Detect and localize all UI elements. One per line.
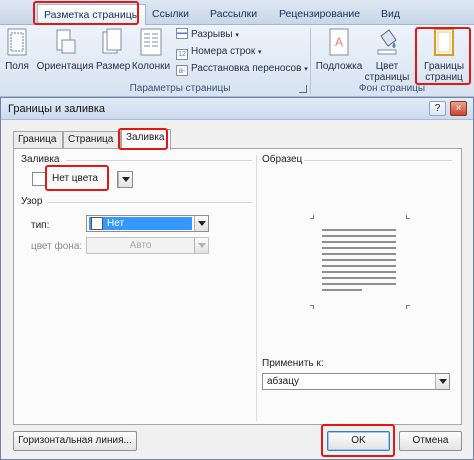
page-color-label-line1: Цвет	[375, 61, 399, 72]
preview-text-line	[322, 289, 362, 291]
tab-highlight-frame	[33, 1, 139, 25]
preview-area	[310, 215, 410, 309]
dialog-titlebar[interactable]: Границы и заливка ? ×	[1, 98, 473, 120]
fill-section-label: Заливка	[21, 154, 60, 165]
size-button[interactable]: Размер	[96, 28, 131, 72]
fill-color-swatch	[32, 172, 46, 186]
preview-corner	[406, 215, 410, 219]
horizontal-line-button[interactable]: Горизонтальная линия...	[13, 431, 137, 451]
line-numbers-button[interactable]: 12 Номера строк ▾	[176, 45, 262, 60]
watermark-button[interactable]: A Подложка	[314, 28, 364, 72]
preview-corner	[310, 305, 314, 309]
hyphenation-icon: a-	[176, 65, 188, 76]
tab-page[interactable]: Страница	[63, 131, 121, 149]
preview-text-line	[322, 253, 396, 255]
fill-section-divider	[66, 160, 252, 161]
apply-to-select[interactable]: абзацу	[262, 373, 450, 390]
panel-divider	[256, 155, 257, 421]
tab-review[interactable]: Рецензирование	[279, 4, 360, 25]
line-numbers-label: Номера строк	[191, 46, 256, 57]
bg-color-select[interactable]: Авто	[86, 237, 209, 254]
group-separator	[310, 28, 311, 94]
close-button[interactable]: ×	[450, 101, 467, 116]
pattern-section-divider	[48, 202, 252, 203]
preview-corner	[406, 305, 410, 309]
fill-highlight-frame	[45, 165, 109, 191]
margins-icon	[7, 28, 27, 56]
pattern-type-selected: Нет	[89, 217, 192, 230]
pattern-swatch	[91, 217, 103, 230]
cancel-button[interactable]: Отмена	[399, 431, 462, 451]
help-button[interactable]: ?	[429, 101, 446, 116]
pattern-section-label: Узор	[21, 196, 43, 207]
shading-tab-highlight-frame	[118, 128, 168, 150]
chevron-down-icon	[118, 172, 132, 187]
chevron-down-icon	[194, 238, 208, 253]
preview-corner	[310, 215, 314, 219]
page-color-button[interactable]: Цвет страницы	[364, 28, 410, 83]
preview-section-label: Образец	[262, 154, 303, 165]
columns-icon	[140, 28, 162, 56]
preview-text-line	[322, 283, 396, 285]
ribbon: Поля Ориентация Размер Колонки Разрывы ▾…	[0, 25, 474, 97]
breaks-button[interactable]: Разрывы ▾	[176, 28, 239, 42]
orientation-icon	[56, 29, 76, 54]
chevron-down-icon	[435, 374, 449, 389]
preview-section-divider	[304, 160, 452, 161]
orientation-label: Ориентация	[36, 61, 94, 72]
margins-button[interactable]: Поля	[3, 28, 31, 72]
hyphenation-label: Расстановка переносов	[191, 63, 302, 74]
breaks-label: Разрывы	[191, 29, 233, 40]
pattern-type-label: тип:	[31, 220, 50, 231]
columns-label: Колонки	[131, 61, 171, 72]
pattern-type-select[interactable]: Нет	[86, 215, 209, 232]
apply-to-label: Применить к:	[262, 358, 324, 369]
pattern-type-value: Нет	[107, 218, 125, 229]
preview-text-line	[322, 229, 396, 231]
chevron-down-icon: ▾	[304, 66, 308, 73]
dialog-title: Границы и заливка	[8, 103, 105, 115]
columns-button[interactable]: Колонки	[131, 28, 171, 72]
page-borders-highlight-frame	[415, 27, 471, 85]
line-numbers-icon: 12	[176, 49, 188, 60]
ok-highlight-frame	[321, 424, 395, 457]
dialog-launcher-icon[interactable]	[299, 85, 307, 93]
watermark-icon: A	[329, 28, 349, 56]
shading-panel: Заливка Нет цвета Узор тип: Нет цвет фон…	[13, 148, 462, 425]
watermark-label: Подложка	[315, 61, 363, 72]
preview-text-line	[322, 277, 396, 279]
page-setup-group-label: Параметры страницы	[129, 83, 231, 94]
chevron-down-icon: ▾	[235, 32, 239, 39]
borders-shading-dialog: Границы и заливка ? × Граница Страница З…	[0, 97, 474, 460]
tab-view[interactable]: Вид	[381, 4, 400, 25]
preview-text-line	[322, 247, 396, 249]
preview-text-line	[322, 241, 396, 243]
bg-color-value: Авто	[129, 240, 152, 251]
preview-text-line	[322, 265, 396, 267]
chevron-down-icon: ▾	[257, 49, 262, 56]
chevron-down-icon	[194, 216, 208, 231]
tab-references[interactable]: Ссылки	[152, 4, 189, 25]
tab-mailings[interactable]: Рассылки	[210, 4, 257, 25]
margins-label: Поля	[5, 61, 29, 72]
paint-bucket-icon	[377, 29, 397, 55]
page-size-icon	[102, 28, 122, 54]
preview-text-line	[322, 271, 396, 273]
preview-text-line	[322, 235, 396, 237]
size-label: Размер	[96, 61, 131, 72]
fill-color-dropdown[interactable]	[117, 171, 133, 188]
tab-border[interactable]: Граница	[13, 131, 63, 149]
bg-color-label: цвет фона:	[31, 241, 83, 252]
apply-to-value: абзацу	[267, 376, 299, 387]
breaks-icon	[176, 28, 188, 39]
preview-text-line	[322, 259, 396, 261]
svg-text:A: A	[335, 35, 343, 49]
orientation-button[interactable]: Ориентация	[36, 28, 94, 72]
hyphenation-button[interactable]: a- Расстановка переносов ▾	[176, 62, 308, 76]
